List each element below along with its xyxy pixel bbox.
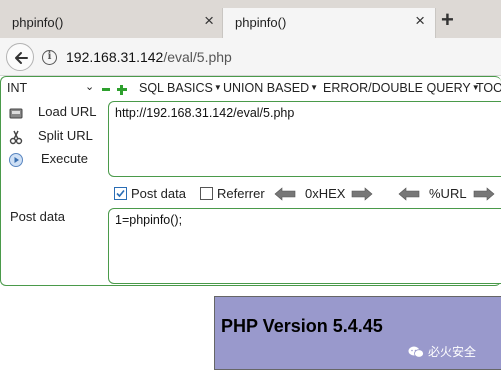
url-host: 192.168.31.142 <box>66 49 164 65</box>
tab-phpinfo-2[interactable]: phpinfo() × <box>222 8 436 38</box>
menu-label: TOOLS <box>476 81 501 95</box>
menu-union-based[interactable]: UNION BASED▼ <box>223 81 318 95</box>
hackbar-options: Post data Referrer 0xHEX %URL <box>0 184 501 204</box>
url-textarea-value: http://192.168.31.142/eval/5.php <box>115 106 295 120</box>
new-tab-button[interactable]: + <box>441 9 454 31</box>
post-data-textarea[interactable]: 1=phpinfo(); <box>108 208 501 284</box>
load-url-icon <box>9 108 23 119</box>
decrease-icon[interactable] <box>102 88 110 91</box>
menu-sql-basics[interactable]: SQL BASICS▼ <box>139 81 222 95</box>
load-url-label: Load URL <box>38 104 97 119</box>
back-button[interactable] <box>6 43 34 71</box>
hex-decode-arrow-icon[interactable] <box>273 187 297 201</box>
tab-title: phpinfo() <box>12 15 64 30</box>
referrer-checkbox[interactable] <box>200 187 213 200</box>
url-decode-arrow-icon[interactable] <box>397 187 421 201</box>
post-data-value: 1=phpinfo(); <box>115 213 183 227</box>
post-data-checkbox[interactable] <box>114 187 127 200</box>
execute-button[interactable]: Execute <box>9 151 88 167</box>
back-arrow-icon <box>15 52 28 64</box>
caret-down-icon: ▼ <box>310 83 319 92</box>
menu-label: SQL BASICS <box>139 81 213 95</box>
checkmark-icon <box>116 189 125 198</box>
menu-label: UNION BASED <box>223 81 310 95</box>
url-path: /eval/5.php <box>163 49 232 65</box>
url-textarea[interactable]: http://192.168.31.142/eval/5.php <box>108 101 501 177</box>
referrer-label: Referrer <box>217 186 265 201</box>
post-data-field-label: Post data <box>10 209 65 224</box>
tab-close-icon[interactable]: × <box>415 11 425 31</box>
site-info-icon[interactable]: i <box>42 50 57 65</box>
injection-type-select[interactable]: INT ⌄ <box>7 81 95 95</box>
tab-strip: phpinfo() × phpinfo() × + <box>0 0 501 38</box>
watermark: 必火安全 <box>408 343 476 360</box>
menu-label: ERROR/DOUBLE QUERY <box>323 81 471 95</box>
navigation-bar: i 192.168.31.142/eval/5.php <box>0 38 501 76</box>
hex-encode-arrow-icon[interactable] <box>350 187 374 201</box>
load-url-button[interactable]: Load URL <box>9 104 97 119</box>
tab-title: phpinfo() <box>235 15 287 30</box>
increase-icon[interactable] <box>117 85 127 95</box>
post-data-label: Post data <box>131 186 186 201</box>
caret-down-icon: ▼ <box>213 83 222 92</box>
tab-phpinfo-1[interactable]: phpinfo() × <box>0 8 222 38</box>
url-encoding-label: %URL <box>429 186 467 201</box>
split-url-label: Split URL <box>38 128 93 143</box>
scissors-icon <box>9 130 23 145</box>
chevron-down-icon: ⌄ <box>85 81 95 93</box>
hex-label: 0xHEX <box>305 186 346 201</box>
execute-label: Execute <box>41 151 88 166</box>
url-encode-arrow-icon[interactable] <box>472 187 496 201</box>
php-version-title: PHP Version 5.4.45 <box>221 316 383 336</box>
tab-close-icon[interactable]: × <box>204 11 214 31</box>
menu-tools[interactable]: TOOLS <box>476 81 501 95</box>
watermark-text: 必火安全 <box>428 345 477 359</box>
url-bar[interactable]: 192.168.31.142/eval/5.php <box>66 49 232 65</box>
select-value: INT <box>7 81 28 95</box>
hackbar-menubar: INT ⌄ SQL BASICS▼ UNION BASED▼ ERROR/DOU… <box>0 77 501 99</box>
chat-bubble-icon <box>408 346 424 358</box>
phpinfo-header: PHP Version 5.4.45 必火安全 <box>214 296 501 370</box>
menu-error-double-query[interactable]: ERROR/DOUBLE QUERY▼ <box>323 81 480 95</box>
split-url-button[interactable]: Split URL <box>9 128 93 145</box>
play-icon <box>9 153 23 167</box>
